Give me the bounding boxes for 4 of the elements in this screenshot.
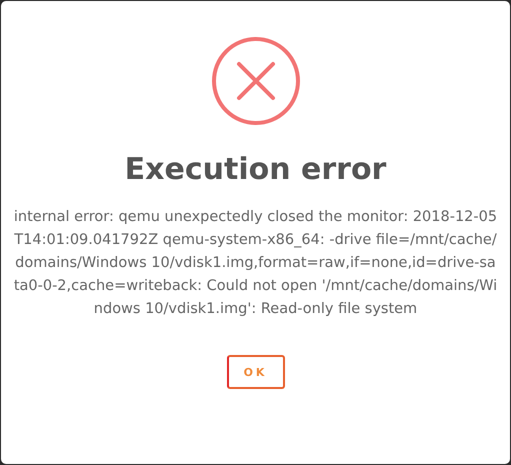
ok-button[interactable]: OK (226, 355, 284, 389)
error-message: internal error: qemu unexpectedly closed the monitor: 2018-12-05T14:01:09.041792Z qemu-system-x86_64: -drive file=/mnt/cache/domains/Windows 10/vdisk1.img,format=raw,if=none,id=drive-sata0-0-2,cache=writeback: Could not open '/mnt/cache/domains/Windows 10/vdisk1.img': Read-only file system (12, 208, 498, 319)
dialog-title: Execution error (124, 151, 386, 189)
error-icon (210, 36, 300, 126)
